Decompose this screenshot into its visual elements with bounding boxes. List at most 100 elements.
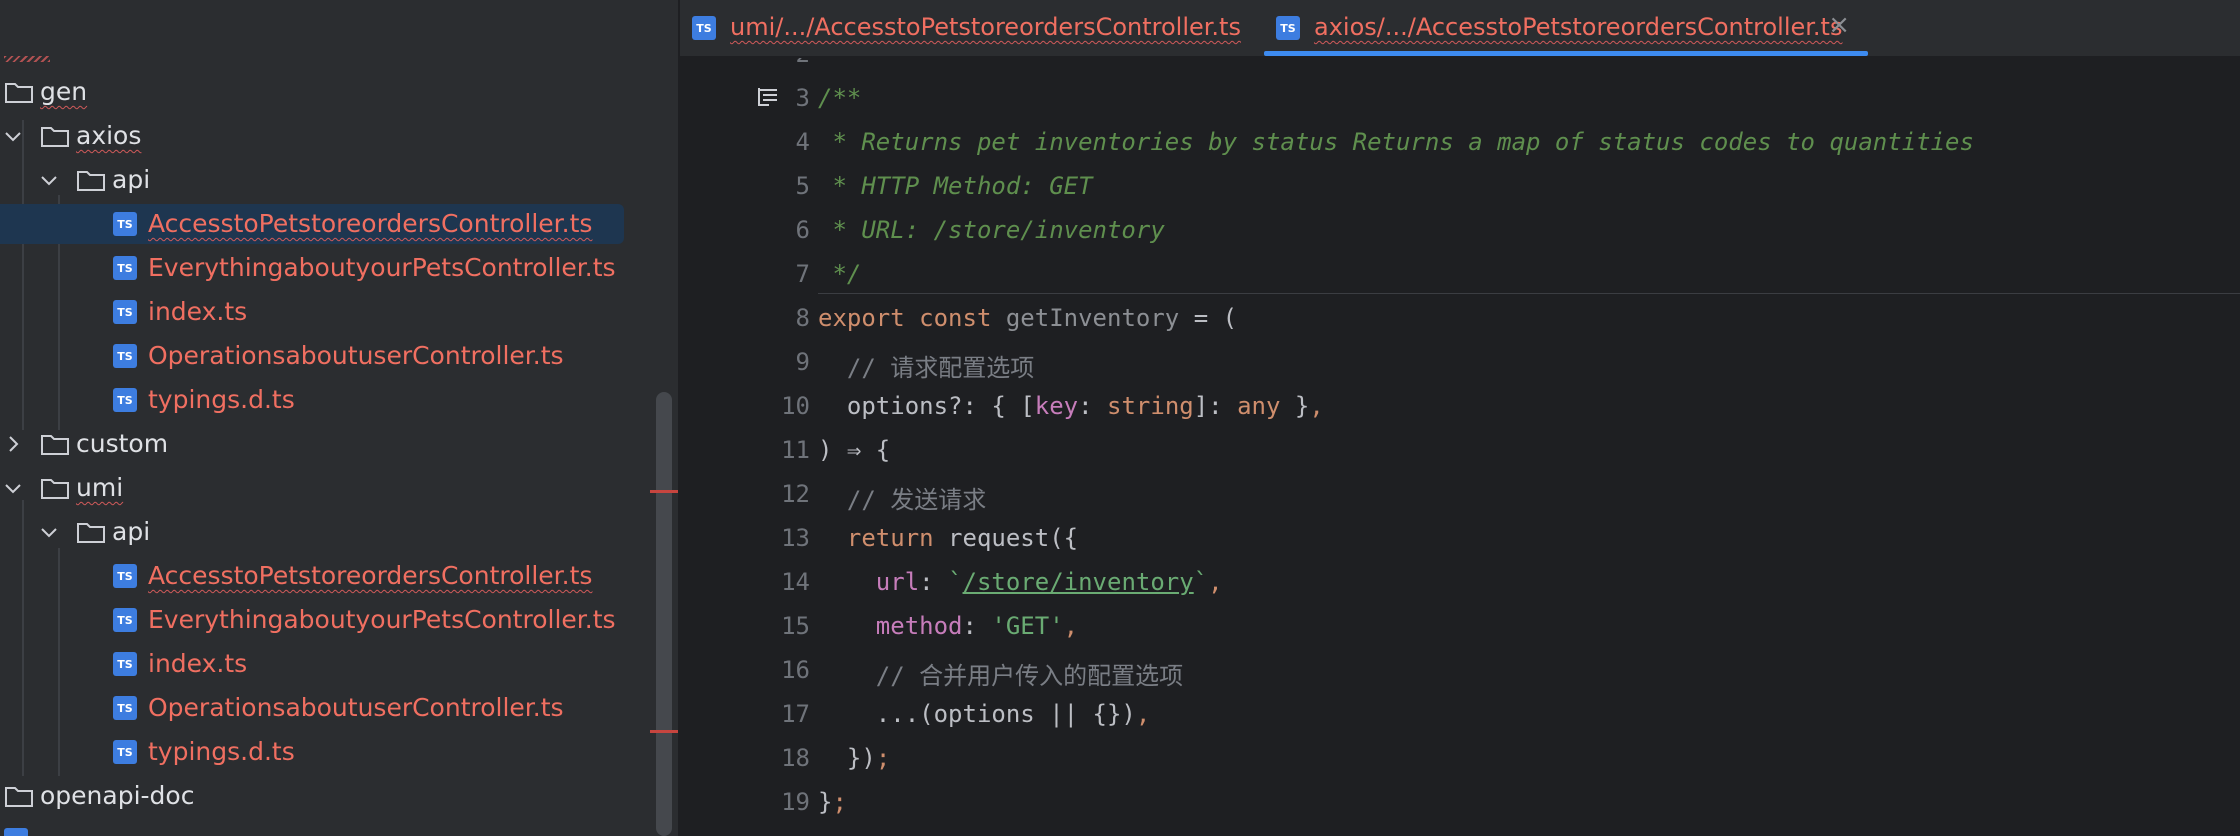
tree-item-label: api — [112, 165, 151, 194]
tree-item-label: typings.d.ts — [148, 737, 295, 766]
folder-icon — [41, 127, 69, 147]
property: url — [875, 568, 920, 596]
property: method — [875, 612, 963, 640]
code-line-15: method: 'GET', — [818, 612, 1078, 640]
line-number: 17 — [781, 700, 810, 728]
tree-scrollbar-thumb[interactable] — [656, 392, 672, 836]
code-line-8: export const getInventory = ( — [818, 304, 1237, 332]
tree-file-partial[interactable] — [0, 820, 600, 836]
keyword: export — [818, 304, 905, 332]
code-line-7: */ — [818, 260, 861, 288]
editor-tab-bar: TS umi/.../AccesstoPetstoreordersControl… — [680, 0, 2240, 58]
tree-folder-openapi-doc[interactable]: openapi-doc — [0, 776, 600, 816]
tree-file-index[interactable]: TS index.ts — [0, 644, 620, 684]
code-text: options?: { [ — [846, 392, 1035, 420]
tree-item-label: axios — [76, 121, 142, 150]
property: key — [1034, 392, 1079, 420]
tree-folder-api[interactable]: api — [0, 512, 600, 552]
tree-item-label: EverythingaboutyourPetsController.ts — [148, 605, 616, 634]
chevron-down-icon[interactable] — [2, 477, 24, 499]
typescript-file-icon: TS — [113, 608, 137, 632]
tree-item-label: index.ts — [148, 297, 248, 326]
punctuation: ; — [832, 788, 847, 816]
typescript-file-icon: TS — [113, 388, 137, 412]
tree-file-operationsaboutusercontroller[interactable]: TS OperationsaboutuserController.ts — [0, 336, 620, 376]
keyword: string — [1107, 392, 1194, 420]
tree-folder-custom[interactable]: custom — [0, 424, 600, 464]
keyword: any — [1237, 392, 1281, 420]
typescript-file-icon: TS — [113, 696, 137, 720]
chevron-down-icon[interactable] — [38, 169, 60, 191]
code-text: ...(options || {}) — [875, 700, 1136, 728]
tab-label: umi/.../AccesstoPetstoreordersController… — [730, 13, 1241, 41]
keyword: return — [846, 524, 934, 552]
tree-item-label: gen — [40, 77, 88, 106]
line-number: 13 — [781, 524, 810, 552]
code-text: : — [962, 612, 992, 640]
punctuation: ; — [875, 744, 891, 772]
close-icon[interactable]: × — [1828, 10, 1850, 40]
line-number: 19 — [781, 788, 810, 816]
tab-axios-accesstopetstoreorderscontroller[interactable]: TS axios/.../AccesstoPetstoreordersContr… — [1264, 0, 1868, 56]
tree-file-accesstopetstoreorderscontroller[interactable]: TS AccesstoPetstoreordersController.ts — [0, 556, 620, 596]
error-stripe-mark[interactable] — [650, 730, 678, 733]
tree-item-label: AccesstoPetstoreordersController.ts — [148, 561, 593, 590]
line-number: 4 — [795, 128, 810, 156]
code-editor[interactable]: 2 3 4 5 6 7 8 9 10 11 12 13 14 15 16 17 … — [680, 58, 2240, 836]
tree-folder-gen[interactable]: gen — [0, 72, 600, 112]
code-line-19: }; — [818, 788, 847, 816]
folder-icon — [77, 171, 105, 191]
punctuation: , — [1135, 700, 1151, 728]
folder-icon — [77, 523, 105, 543]
tab-umi-accesstopetstoreorderscontroller[interactable]: TS umi/.../AccesstoPetstoreordersControl… — [680, 0, 1260, 56]
code-line-14: url: `/store/inventory`, — [818, 568, 1223, 596]
line-number: 18 — [781, 744, 810, 772]
chevron-down-icon[interactable] — [2, 125, 24, 147]
tree-file-typings[interactable]: TS typings.d.ts — [0, 380, 620, 420]
tree-item-label: typings.d.ts — [148, 385, 295, 414]
tree-file-index[interactable]: TS index.ts — [0, 292, 620, 332]
doc-comment: */ — [818, 260, 862, 288]
tree-folder-axios[interactable]: axios — [0, 116, 600, 156]
punctuation: , — [1309, 392, 1324, 420]
tree-file-everythingaboutyourpetscontroller[interactable]: TS EverythingaboutyourPetsController.ts — [0, 600, 620, 640]
code-line-11: ) ⇒ { — [818, 436, 890, 464]
chevron-down-icon[interactable] — [38, 521, 60, 543]
url-link[interactable]: /store/inventory — [963, 568, 1194, 596]
folder-icon — [5, 787, 33, 807]
string: 'GET' — [991, 612, 1064, 640]
typescript-file-icon: TS — [113, 740, 137, 764]
error-underline — [4, 56, 50, 62]
code-text: } — [1280, 392, 1310, 420]
string: ` — [1193, 568, 1209, 596]
typescript-file-icon: TS — [113, 344, 137, 368]
line-number: 16 — [781, 656, 810, 684]
code-text: : — [1078, 392, 1108, 420]
typescript-file-icon: TS — [113, 564, 137, 588]
tree-item-label: umi — [76, 473, 124, 502]
tree-file-operationsaboutusercontroller[interactable]: TS OperationsaboutuserController.ts — [0, 688, 620, 728]
tree-file-accesstopetstoreorderscontroller[interactable]: TS AccesstoPetstoreordersController.ts — [0, 204, 624, 244]
comment: // 合并用户传入的配置选项 — [875, 662, 1184, 690]
code-line-5: * HTTP Method: GET — [818, 172, 1092, 200]
typescript-file-icon: TS — [113, 300, 137, 324]
code-line-3: /** — [818, 84, 861, 112]
line-number: 7 — [795, 260, 810, 288]
chevron-right-icon[interactable] — [2, 433, 24, 455]
tree-file-everythingaboutyourpetscontroller[interactable]: TS EverythingaboutyourPetsController.ts — [0, 248, 620, 288]
line-number: 12 — [781, 480, 810, 508]
tree-item-label: api — [112, 517, 151, 546]
tab-label: axios/.../AccesstoPetstoreordersControll… — [1314, 13, 1843, 41]
tree-item-label: custom — [76, 429, 169, 458]
comment: // 发送请求 — [846, 486, 987, 514]
error-stripe-mark[interactable] — [650, 490, 678, 493]
code-line-6: * URL: /store/inventory — [818, 216, 1164, 244]
tree-file-typings[interactable]: TS typings.d.ts — [0, 732, 620, 772]
tree-folder-umi[interactable]: umi — [0, 468, 600, 508]
code-line-4: * Returns pet inventories by status Retu… — [818, 128, 1974, 156]
code-text: }) — [846, 744, 876, 772]
line-number: 11 — [781, 436, 810, 464]
code-text: ]: — [1193, 392, 1238, 420]
tree-folder-api[interactable]: api — [0, 160, 600, 200]
doc-comment-render-icon[interactable] — [756, 86, 782, 108]
